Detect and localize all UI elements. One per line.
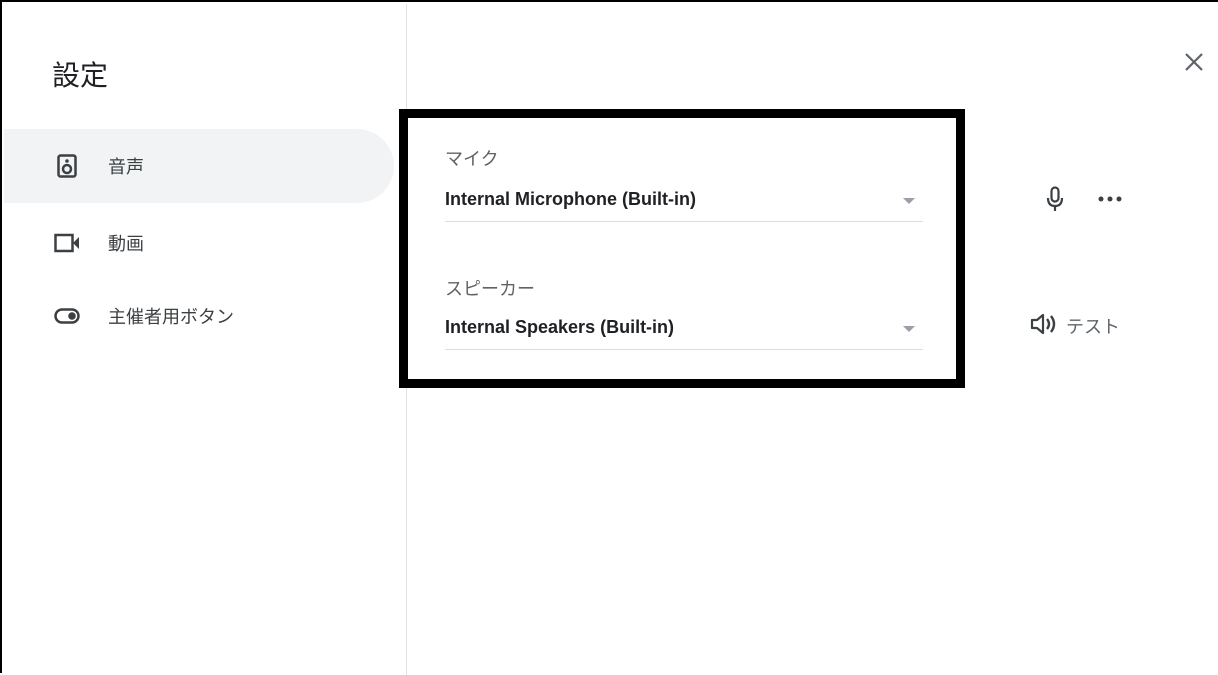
- speaker-value: Internal Speakers (Built-in): [445, 317, 675, 337]
- microphone-icon[interactable]: [1040, 182, 1070, 216]
- speaker-select[interactable]: Internal Speakers (Built-in): [445, 309, 923, 350]
- microphone-value: Internal Microphone (Built-in): [445, 189, 696, 209]
- sidebar-item-audio[interactable]: 音声: [4, 129, 394, 203]
- sidebar-item-host-controls[interactable]: 主催者用ボタン: [4, 279, 394, 353]
- sidebar-item-label: 動画: [108, 234, 144, 255]
- sidebar-item-label: 主催者用ボタン: [108, 307, 234, 328]
- toggle-icon: [54, 303, 80, 329]
- videocam-icon: [54, 230, 80, 256]
- sidebar-item-label: 音声: [108, 157, 144, 178]
- close-icon[interactable]: [1174, 42, 1214, 82]
- speaker-label: スピーカー: [445, 279, 535, 300]
- microphone-select[interactable]: Internal Microphone (Built-in): [445, 181, 923, 222]
- dialog-title: 設定: [52, 59, 109, 92]
- dropdown-arrow-icon: [903, 198, 915, 204]
- microphone-label: マイク: [445, 149, 499, 170]
- settings-dialog: 設定 音声 動画 主催者用ボタン マイク Internal Microphone…: [0, 0, 1218, 675]
- dropdown-arrow-icon: [903, 326, 915, 332]
- test-button[interactable]: テスト: [1066, 313, 1120, 339]
- settings-sidebar: 設定 音声 動画 主催者用ボタン: [4, 4, 407, 675]
- speaker-icon: [54, 153, 80, 179]
- volume-icon[interactable]: [1028, 310, 1060, 338]
- more-horiz-icon[interactable]: [1092, 186, 1128, 212]
- sidebar-item-video[interactable]: 動画: [4, 206, 394, 280]
